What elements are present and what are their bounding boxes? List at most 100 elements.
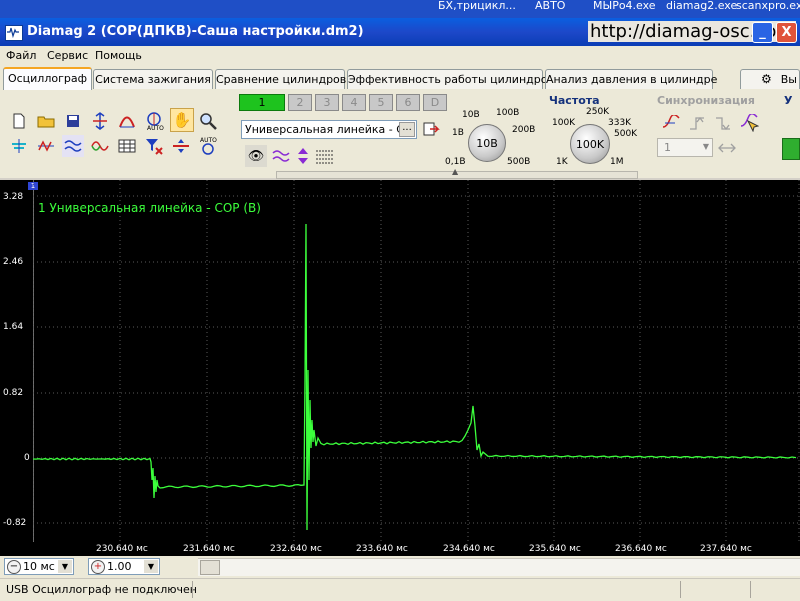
time-div-value: 10 мс (23, 560, 55, 573)
horizontal-scrollbar[interactable] (198, 558, 800, 576)
channel-1-button[interactable]: 1 (239, 94, 285, 111)
frequency-label-1m: 1M (610, 157, 624, 167)
toolbar-collapse-handle[interactable]: ▲ (276, 167, 638, 179)
eye-icon[interactable]: 👁 (245, 145, 267, 167)
sine-overlay-icon[interactable] (89, 135, 111, 157)
tab-cylinder-pressure[interactable]: Анализ давления в цилиндре (545, 69, 717, 89)
time-div-icon: − (7, 560, 21, 574)
frequency-label-1k: 1K (556, 157, 568, 167)
x-tick-label: 230.640 мс (96, 544, 148, 554)
taskbar-item[interactable]: АВТО (535, 0, 565, 18)
taskbar-item[interactable]: diamag2.exe (666, 0, 737, 18)
probe-select[interactable]: Универсальная линейка - СО ... (241, 120, 417, 139)
y-tick-label: 1.64 (3, 322, 24, 332)
auto-sync-icon[interactable]: AUTO (197, 135, 219, 157)
frequency-knob[interactable]: 100K (570, 124, 610, 164)
y-tick-label: 2.46 (3, 257, 24, 267)
save-icon[interactable] (62, 110, 84, 132)
open-folder-icon[interactable] (35, 110, 57, 132)
rising-edge-icon[interactable] (660, 112, 682, 134)
y-tick-label: 0 (24, 453, 30, 463)
sync-cursor-icon[interactable] (738, 112, 760, 134)
tab-cylinder-efficiency[interactable]: Эффективность работы цилиндров (347, 69, 554, 89)
frequency-title: Частота (549, 94, 600, 107)
x-tick-label: 235.640 мс (529, 544, 581, 554)
cursor-line-icon[interactable] (170, 135, 192, 157)
plot-grid (33, 180, 800, 542)
pan-hand-icon[interactable]: ✋ (170, 108, 194, 132)
peak-detect-icon[interactable] (116, 110, 138, 132)
zoom-value: 1.00 (107, 560, 132, 573)
start-indicator[interactable] (782, 138, 800, 160)
menu-bar: Файл Сервис Помощь (0, 46, 800, 66)
channel-6-button[interactable]: 6 (396, 94, 420, 111)
scrollbar-thumb[interactable] (200, 560, 220, 575)
auto-scale-icon[interactable]: AUTO (143, 110, 165, 132)
sync-arrows-icon[interactable] (716, 137, 738, 159)
sync-channel-select[interactable]: 1 ▼ (657, 138, 713, 157)
tab-more[interactable]: ⚙ Вы (740, 69, 800, 89)
tab-bar: Осциллограф Система зажигания Сравнение … (0, 66, 800, 91)
table-grid-icon[interactable] (116, 135, 138, 157)
voltage-label-500v: 500В (507, 157, 531, 167)
filter-icon[interactable] (143, 135, 165, 157)
probe-browse-button[interactable]: ... (399, 122, 415, 137)
frequency-knob-value: 100K (575, 138, 605, 151)
dual-wave-icon[interactable] (270, 145, 292, 167)
taskbar-item[interactable]: МЫРо4.exe (593, 0, 656, 18)
voltage-label-1v: 1В (452, 128, 464, 138)
tab-oscilloscope[interactable]: Осциллограф (3, 67, 92, 91)
channel-view-icon[interactable] (8, 135, 30, 157)
voltage-label-100v: 100В (496, 108, 520, 118)
close-button[interactable]: X (776, 22, 797, 43)
x-tick-label: 237.640 мс (700, 544, 752, 554)
minimize-button[interactable]: _ (752, 22, 773, 43)
wave-filter-icon[interactable] (62, 135, 84, 157)
tab-cylinder-comparison[interactable]: Сравнение цилиндров (215, 69, 346, 89)
menu-file[interactable]: Файл (6, 49, 36, 62)
x-tick-label: 234.640 мс (443, 544, 495, 554)
voltage-knob[interactable]: 10В (468, 124, 506, 162)
channel-4-button[interactable]: 4 (342, 94, 366, 111)
taskbar: БХ,трицикл... АВТО МЫРо4.exe diamag2.exe… (0, 0, 800, 18)
time-div-spinner[interactable]: − 10 мс ▼ (4, 558, 74, 575)
invert-icon[interactable] (35, 135, 57, 157)
zoom-spinner[interactable]: + 1.00 ▼ (88, 558, 160, 575)
sync-level-down-icon[interactable] (712, 112, 734, 134)
magnifier-icon[interactable] (197, 110, 219, 132)
taskbar-item[interactable]: БХ,трицикл... (438, 0, 516, 18)
channel-2-button[interactable]: 2 (288, 94, 312, 111)
x-tick-label: 236.640 мс (615, 544, 667, 554)
taskbar-item[interactable]: scanxpro.ex (736, 0, 800, 18)
hlines-icon[interactable] (314, 145, 336, 167)
status-separator (680, 581, 681, 598)
channel-d-button[interactable]: D (423, 94, 447, 111)
y-tick-label: -0.82 (3, 518, 27, 528)
vertical-arrows-icon[interactable] (292, 145, 314, 167)
plot-canvas (33, 180, 800, 542)
status-separator (192, 581, 193, 598)
channel-5-button[interactable]: 5 (369, 94, 393, 111)
window-title: Diamag 2 (СОР(ДПКВ)-Саша настройки.dm2) (27, 24, 364, 39)
x-tick-label: 231.640 мс (183, 544, 235, 554)
y-axis: 3.28 2.46 1.64 0.82 0 -0.82 (0, 180, 34, 542)
sync-level-up-icon[interactable] (686, 112, 708, 134)
chevron-down-icon: ▼ (702, 142, 709, 151)
menu-service[interactable]: Сервис (47, 49, 88, 62)
extra-section-title: У (784, 94, 793, 107)
oscilloscope-plot[interactable]: 3.28 2.46 1.64 0.82 0 -0.82 1 1 Универса… (0, 180, 800, 556)
frequency-label-250k: 250K (586, 107, 610, 117)
channel-3-button[interactable]: 3 (315, 94, 339, 111)
menu-help[interactable]: Помощь (95, 49, 142, 62)
chevron-down-icon[interactable]: ▼ (144, 560, 158, 573)
probe-settings-icon[interactable] (420, 118, 442, 140)
voltage-label-10v: 10В (462, 110, 480, 120)
new-file-icon[interactable] (8, 110, 30, 132)
x-tick-label: 233.640 мс (356, 544, 408, 554)
title-bar: Diamag 2 (СОР(ДПКВ)-Саша настройки.dm2) … (0, 18, 800, 46)
frequency-label-500k: 500K (614, 129, 638, 139)
svg-text:AUTO: AUTO (200, 137, 217, 144)
chevron-down-icon[interactable]: ▼ (58, 560, 72, 573)
tab-ignition-system[interactable]: Система зажигания (93, 69, 213, 89)
vertical-zoom-icon[interactable] (89, 110, 111, 132)
